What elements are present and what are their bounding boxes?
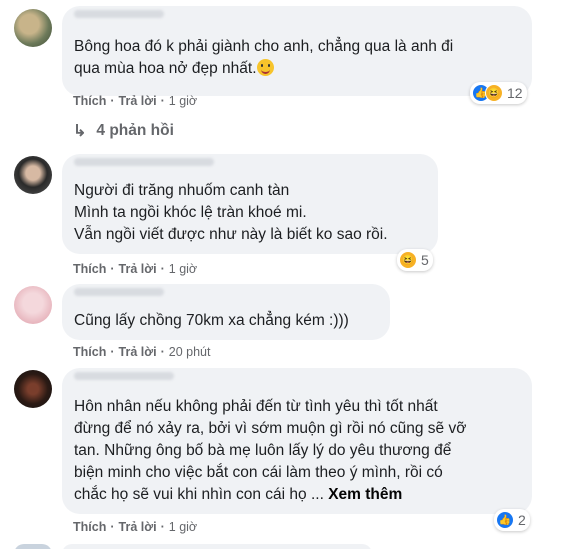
comment-time[interactable]: 1 giờ	[169, 262, 197, 276]
reply-arrow-icon: ↳	[73, 123, 87, 140]
comment-text: Bông hoa đó k phải giành cho anh, chẳng …	[74, 38, 454, 77]
haha-icon: 😆	[399, 251, 417, 269]
avatar[interactable]	[14, 544, 52, 549]
reply-link[interactable]: Trả lời	[119, 94, 157, 108]
reply-link[interactable]: Trả lời	[119, 520, 157, 534]
comment-time[interactable]: 1 giờ	[169, 520, 197, 534]
haha-icon: 😆	[485, 84, 503, 102]
reply-link[interactable]: Trả lời	[119, 345, 157, 359]
comment-bubble: Bông hoa đó k phải giành cho anh, chẳng …	[62, 6, 532, 96]
commenter-name-blurred[interactable]	[74, 288, 164, 296]
comment-text: Cũng lấy chồng 70km xa chẳng kém :)))	[74, 312, 349, 329]
commenter-name-blurred[interactable]	[74, 372, 174, 380]
replies-label: 4 phản hồi	[96, 122, 174, 139]
commenter-name-blurred[interactable]	[74, 158, 214, 166]
comment-text: Người đi trăng nhuốm canh tàn Mình ta ng…	[74, 182, 388, 243]
view-replies-link[interactable]: ↳ 4 phản hồi	[73, 121, 174, 141]
avatar[interactable]	[14, 370, 52, 408]
like-link[interactable]: Thích	[73, 262, 106, 276]
reaction-count: 2	[518, 512, 526, 528]
reply-link[interactable]: Trả lời	[119, 262, 157, 276]
like-icon: 👍	[496, 511, 514, 529]
avatar[interactable]	[14, 286, 52, 324]
see-more-link[interactable]: Xem thêm	[328, 486, 402, 503]
like-link[interactable]: Thích	[73, 520, 106, 534]
comment-actions: Thích · Trả lời · 1 giờ	[73, 94, 198, 108]
reaction-summary[interactable]: 👍 😆 12	[470, 82, 527, 104]
smile-emoji-icon	[256, 59, 274, 76]
comment-bubble: Hôn nhân nếu không phải đến từ tình yêu …	[62, 368, 532, 514]
comment-text: Hôn nhân nếu không phải đến từ tình yêu …	[74, 398, 467, 503]
commenter-name-blurred[interactable]	[74, 10, 164, 18]
reaction-summary[interactable]: 👍 2	[494, 509, 530, 531]
comment-actions: Thích · Trả lời · 20 phút	[73, 345, 211, 359]
comment-bubble: Người đi trăng nhuốm canh tàn Mình ta ng…	[62, 154, 438, 254]
avatar[interactable]	[14, 156, 52, 194]
comment-time[interactable]: 1 giờ	[169, 94, 197, 108]
next-comment-partial	[62, 544, 372, 549]
reaction-count: 12	[507, 85, 523, 101]
like-link[interactable]: Thích	[73, 94, 106, 108]
comment-actions: Thích · Trả lời · 1 giờ	[73, 520, 198, 534]
avatar[interactable]	[14, 9, 52, 47]
comment-time[interactable]: 20 phút	[169, 345, 211, 359]
comment-actions: Thích · Trả lời · 1 giờ	[73, 262, 198, 276]
like-link[interactable]: Thích	[73, 345, 106, 359]
comment-bubble: Cũng lấy chồng 70km xa chẳng kém :)))	[62, 284, 390, 340]
reaction-summary[interactable]: 😆 5	[397, 249, 433, 271]
reaction-count: 5	[421, 252, 429, 268]
